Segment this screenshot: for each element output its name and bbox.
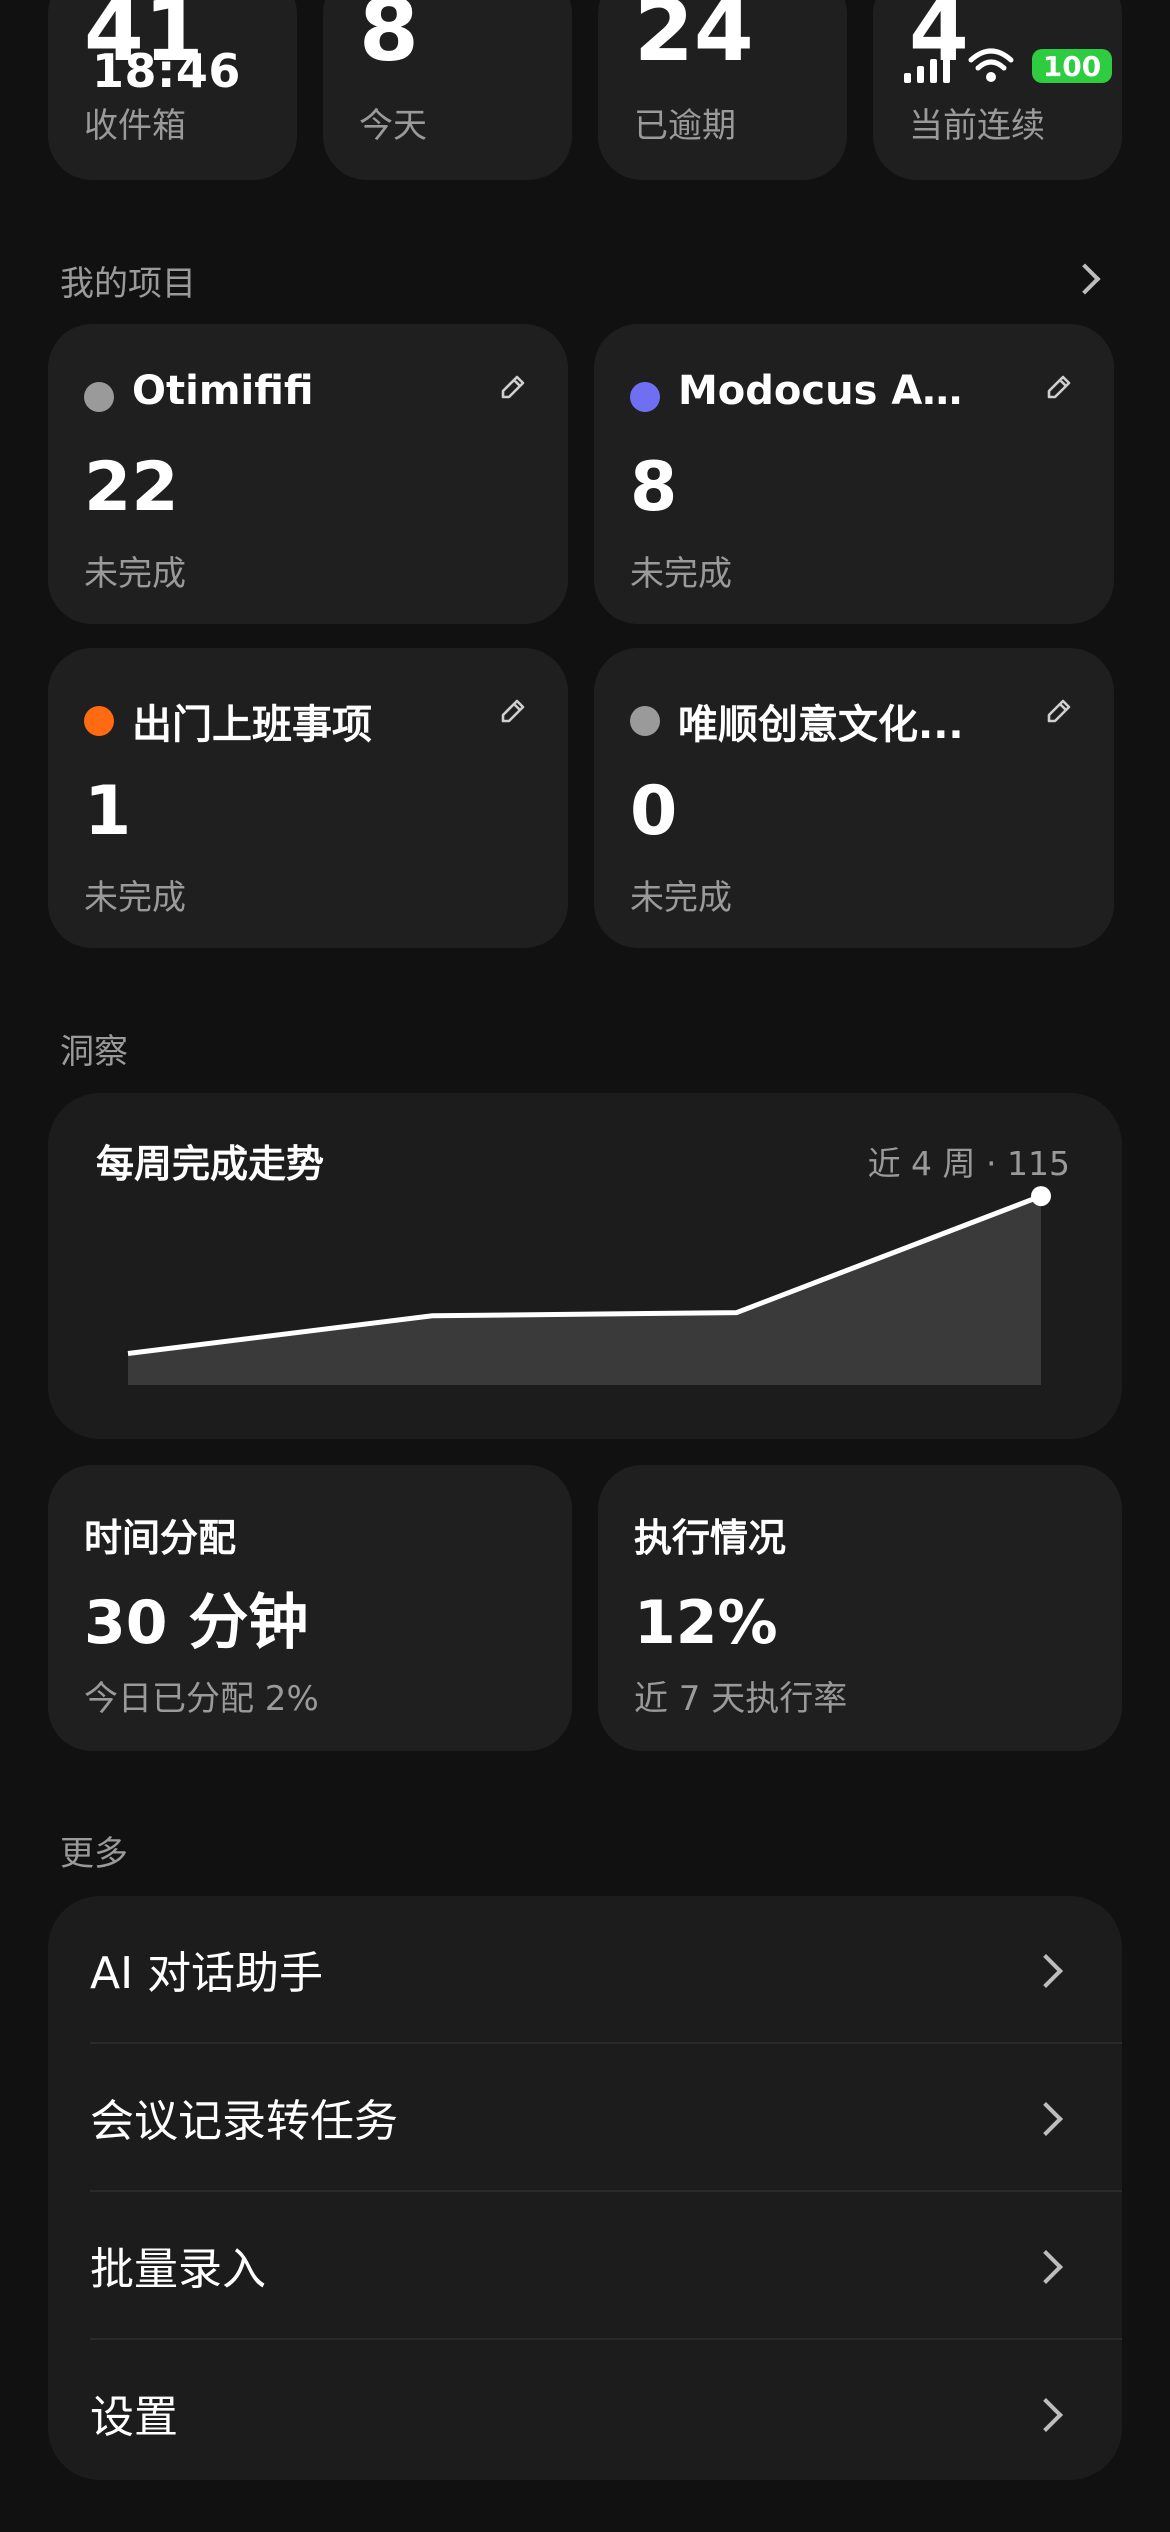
stat-value: 24: [634, 0, 754, 81]
more-list: AI 对话助手 会议记录转任务 批量录入 设置: [48, 1896, 1122, 2480]
project-name: Otimififi: [132, 368, 314, 414]
edit-icon[interactable]: [498, 372, 528, 402]
project-color-dot: [84, 382, 114, 412]
chevron-right-icon: [1029, 2250, 1063, 2284]
project-incomplete-label: 未完成: [84, 554, 186, 594]
project-color-dot: [630, 706, 660, 736]
cellular-signal-icon: [904, 49, 950, 83]
chevron-right-icon: [1029, 2102, 1063, 2136]
insights-section-title: 洞察: [60, 1032, 128, 1072]
stat-label: 收件箱: [84, 106, 186, 146]
edit-icon[interactable]: [1044, 696, 1074, 726]
edit-icon[interactable]: [1044, 372, 1074, 402]
project-name: 出门上班事项: [132, 702, 372, 748]
project-incomplete-count: 0: [630, 772, 678, 851]
metric-title: 执行情况: [634, 1516, 787, 1560]
more-item-label: 会议记录转任务: [90, 2096, 398, 2147]
stat-label: 当前连续: [909, 106, 1045, 146]
projects-more-chevron-icon[interactable]: [1069, 263, 1101, 295]
more-item-label: 批量录入: [90, 2244, 266, 2295]
metric-title: 时间分配: [84, 1516, 237, 1560]
app-screen: 18:46 100 41 收件箱 8 今天 24 已逾期 4 当前连续 我的项目…: [0, 0, 1170, 2532]
project-name: Modocus App: [678, 368, 978, 414]
edit-icon[interactable]: [498, 696, 528, 726]
more-item-label: AI 对话助手: [90, 1948, 324, 1999]
project-name: 唯顺创意文化...: [678, 702, 964, 748]
metric-value: 30 分钟: [84, 1588, 309, 1658]
stat-streak[interactable]: 4 当前连续: [873, 0, 1122, 180]
wifi-icon: [968, 48, 1014, 82]
more-item-label: 设置: [90, 2392, 178, 2443]
chevron-right-icon: [1029, 2398, 1063, 2432]
project-incomplete-label: 未完成: [630, 878, 732, 918]
weekly-trend-chart: [127, 1186, 1051, 1385]
more-item-batch-input[interactable]: 批量录入: [90, 2192, 1122, 2340]
time-allocation-card[interactable]: 时间分配 30 分钟 今日已分配 2%: [48, 1465, 572, 1751]
project-incomplete-label: 未完成: [84, 878, 186, 918]
project-card-otimififi[interactable]: Otimififi 22 未完成: [48, 324, 568, 624]
project-card-modocus-app[interactable]: Modocus App 8 未完成: [594, 324, 1114, 624]
project-color-dot: [84, 706, 114, 736]
project-card-commute-tasks[interactable]: 出门上班事项 1 未完成: [48, 648, 568, 948]
more-section-title: 更多: [60, 1834, 128, 1874]
metric-subtitle: 今日已分配 2%: [84, 1679, 319, 1719]
project-incomplete-count: 1: [84, 772, 132, 851]
battery-indicator: 100: [1032, 49, 1112, 83]
stat-label: 今天: [359, 106, 427, 146]
stat-today[interactable]: 8 今天: [323, 0, 572, 180]
execution-card[interactable]: 执行情况 12% 近 7 天执行率: [598, 1465, 1122, 1751]
project-card-weishun-creative[interactable]: 唯顺创意文化... 0 未完成: [594, 648, 1114, 948]
weekly-trend-card[interactable]: 每周完成走势 近 4 周 · 115: [48, 1093, 1122, 1439]
stat-value: 8: [359, 0, 419, 81]
project-incomplete-count: 22: [84, 448, 179, 527]
chevron-right-icon: [1029, 1954, 1063, 1988]
status-indicators: 100: [904, 48, 1112, 84]
trend-latest-point: [1031, 1186, 1051, 1207]
status-time: 18:46: [92, 44, 241, 98]
stat-overdue[interactable]: 24 已逾期: [598, 0, 847, 180]
projects-section-title: 我的项目: [60, 264, 196, 304]
stat-label: 已逾期: [634, 106, 736, 146]
project-incomplete-count: 8: [630, 448, 678, 527]
more-item-settings[interactable]: 设置: [90, 2340, 1122, 2480]
project-color-dot: [630, 382, 660, 412]
more-item-ai-assistant[interactable]: AI 对话助手: [90, 1896, 1122, 2044]
metric-subtitle: 近 7 天执行率: [634, 1679, 848, 1719]
metric-value: 12%: [634, 1588, 778, 1658]
more-item-meeting-to-tasks[interactable]: 会议记录转任务: [90, 2044, 1122, 2192]
project-incomplete-label: 未完成: [630, 554, 732, 594]
trend-area: [128, 1196, 1041, 1385]
